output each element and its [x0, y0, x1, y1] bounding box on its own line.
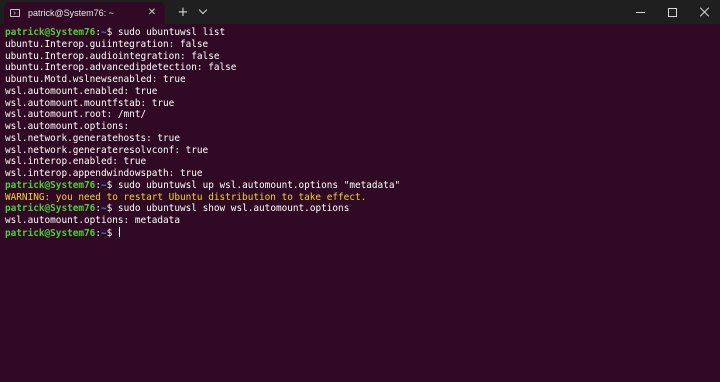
warning-text: WARNING: you need to restart Ubuntu dist…	[5, 191, 367, 203]
terminal-output[interactable]: patrick@System76:~$ sudo ubuntuwsl list u…	[5, 27, 715, 382]
output-text: ubuntu.Interop.guiintegration: false	[5, 38, 209, 50]
chevron-down-icon[interactable]	[197, 6, 209, 18]
prompt-symbol: $	[106, 203, 118, 215]
prompt-line: patrick@System76:~$ sudo ubuntuwsl show …	[5, 203, 715, 215]
terminal-window: patrick@System76: ~ ✕ + patrick@System76…	[0, 0, 720, 382]
prompt-user: patrick@System76	[5, 27, 96, 38]
prompt-symbol: $	[106, 227, 118, 239]
output-text: wsl.network.generateresolvconf: true	[5, 144, 209, 156]
terminal-line: ubuntu.Interop.audiointegration: false	[5, 51, 715, 63]
output-text: wsl.interop.enabled: true	[5, 156, 147, 168]
minimize-button[interactable]	[624, 0, 656, 24]
prompt-user: patrick@System76	[5, 179, 96, 191]
command-text: sudo ubuntuwsl show wsl.automount.option…	[117, 203, 350, 215]
output-text: ubuntu.Interop.advancedipdetection: fals…	[5, 62, 237, 74]
output-text: wsl.automount.options:	[5, 121, 130, 132]
tab-close-icon[interactable]: ✕	[145, 6, 159, 20]
output-text: wsl.network.generatehosts: true	[5, 132, 180, 144]
terminal-line: ubuntu.Interop.advancedipdetection: fals…	[5, 62, 715, 74]
output-text: wsl.interop.appendwindowspath: true	[5, 168, 203, 179]
terminal-line: wsl.automount.mountfstab: true	[5, 98, 715, 110]
output-text: ubuntu.Interop.audiointegration: false	[5, 50, 220, 62]
command-text: sudo ubuntuwsl list	[117, 27, 226, 38]
terminal-line: wsl.automount.options: metadata	[5, 215, 715, 227]
terminal-line: wsl.automount.enabled: true	[5, 86, 715, 98]
prompt-user: patrick@System76	[5, 203, 96, 215]
plus-icon[interactable]: +	[175, 5, 191, 20]
terminal-line: wsl.interop.enabled: true	[5, 156, 715, 168]
text-cursor	[118, 226, 120, 237]
close-button[interactable]	[688, 0, 720, 24]
title-bar: patrick@System76: ~ ✕ +	[0, 0, 720, 24]
output-text: wsl.automount.root: /mnt/	[5, 109, 147, 121]
terminal-line: wsl.network.generateresolvconf: true	[5, 145, 715, 157]
output-text: wsl.automount.options: metadata	[5, 215, 180, 226]
tab-terminal[interactable]: patrick@System76: ~ ✕	[4, 2, 165, 24]
maximize-icon	[667, 7, 677, 17]
command-text: sudo ubuntuwsl up wsl.automount.options …	[117, 179, 401, 191]
prompt-user: patrick@System76	[5, 227, 96, 239]
output-text: wsl.automount.enabled: true	[5, 85, 158, 97]
terminal-line: wsl.automount.root: /mnt/	[5, 109, 715, 121]
terminal-line: ubuntu.Interop.guiintegration: false	[5, 39, 715, 51]
terminal-line: ubuntu.Motd.wslnewsenabled: true	[5, 74, 715, 86]
terminal-line: wsl.interop.appendwindowspath: true	[5, 168, 715, 180]
prompt-line: patrick@System76:~$ sudo ubuntuwsl list	[5, 27, 715, 39]
prompt-line: patrick@System76:~$ sudo ubuntuwsl up ws…	[5, 180, 715, 192]
maximize-button[interactable]	[656, 0, 688, 24]
terminal-line: wsl.network.generatehosts: true	[5, 133, 715, 145]
terminal-line: wsl.automount.options:	[5, 121, 715, 133]
prompt-symbol: $	[106, 179, 118, 191]
prompt-line: patrick@System76:~$	[5, 226, 715, 239]
minimize-icon	[635, 11, 645, 13]
prompt-symbol: $	[106, 27, 118, 38]
terminal-line: WARNING: you need to restart Ubuntu dist…	[5, 192, 715, 204]
tab-title: patrick@System76: ~	[28, 8, 114, 18]
output-text: wsl.automount.mountfstab: true	[5, 97, 175, 109]
output-text: ubuntu.Motd.wslnewsenabled: true	[5, 74, 186, 85]
close-icon	[699, 7, 709, 17]
terminal-icon	[10, 9, 20, 17]
window-controls	[624, 0, 720, 24]
